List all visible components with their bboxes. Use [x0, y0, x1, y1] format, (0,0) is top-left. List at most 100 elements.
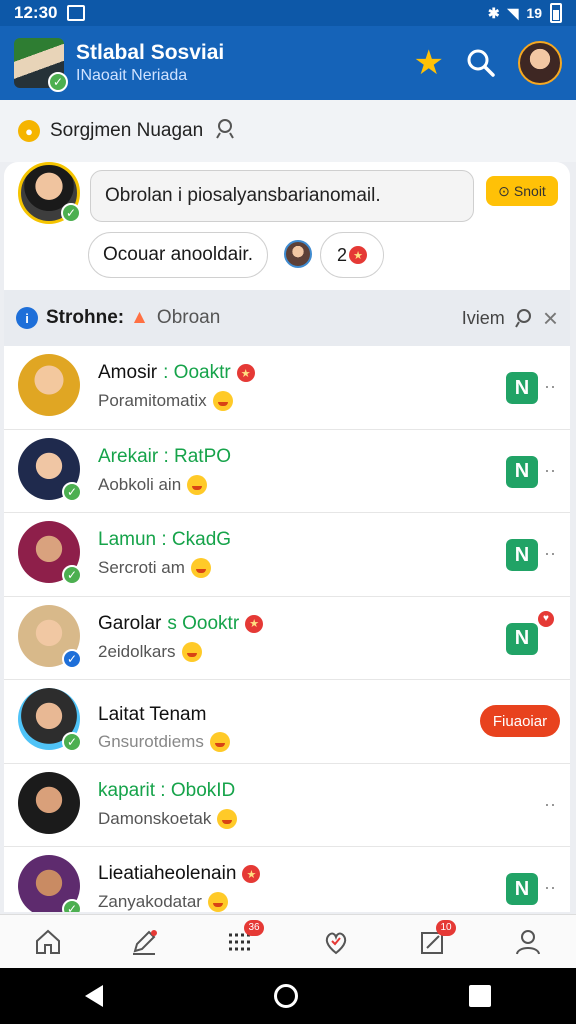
- list-icon[interactable]: 36: [216, 919, 264, 962]
- emoji-icon: [187, 474, 208, 495]
- close-icon[interactable]: ×: [543, 305, 558, 331]
- chat-preview: Gnsurotdiems: [98, 732, 230, 752]
- compose-card: ✓ Obrolan i piosalyansbarianomail. ⊙ Sno…: [4, 162, 570, 290]
- chat-row[interactable]: Amosir: Ooaktr ★ Poramitomatix N ··: [4, 346, 570, 430]
- chat-list: Amosir: Ooaktr ★ Poramitomatix N ·· ✓ Ar…: [4, 346, 570, 912]
- chat-row[interactable]: ✓ Lieatiaheolenain ★ Zanyakodatar N ··: [4, 847, 570, 912]
- profile-icon[interactable]: [504, 922, 552, 962]
- page-title: Stlabal Sosviai: [76, 41, 225, 64]
- more-icon[interactable]: ··: [544, 376, 556, 397]
- fire-badge-icon: ★: [242, 865, 261, 883]
- chat-preview: Sercroti am: [98, 558, 211, 578]
- chat-row[interactable]: ✓ Garolar s Oooktr ★ 2eidolkars N ♥: [4, 597, 570, 680]
- bulb-icon: ●: [18, 120, 40, 142]
- verified-icon: ✓: [61, 203, 81, 223]
- chat-row[interactable]: ✓ Laitat Tenam Gnsurotdiems Fiuaoiar: [4, 680, 570, 764]
- app-badge[interactable]: N: [506, 372, 538, 404]
- chat-preview: Poramitomatix: [98, 391, 233, 411]
- contact-avatar: ✓: [18, 855, 82, 912]
- user-avatar[interactable]: [518, 41, 562, 85]
- emoji-icon: [209, 732, 230, 752]
- verified-icon: ✓: [62, 648, 82, 669]
- more-icon[interactable]: ··: [544, 543, 556, 564]
- search-icon[interactable]: [466, 48, 496, 78]
- notification-pin-icon: ♥: [538, 610, 554, 627]
- chat-name: Laitat Tenam: [98, 704, 207, 725]
- fire-icon: ▲: [130, 307, 149, 328]
- contact-avatar: ✓: [18, 521, 82, 585]
- contact-avatar: ✓: [18, 604, 82, 669]
- bluetooth-icon: ✱: [487, 4, 500, 21]
- verified-icon: ✓: [62, 732, 82, 752]
- app-badge[interactable]: N: [506, 539, 538, 571]
- chat-row[interactable]: ✓ Arekair : RatPO Aobkoli ain N ··: [4, 430, 570, 513]
- home-icon[interactable]: [24, 922, 72, 962]
- send-label: Snoit: [513, 183, 546, 199]
- chat-row[interactable]: kaparit : ObokID Damonskoetak ··: [4, 764, 570, 847]
- app-badge[interactable]: N: [506, 873, 538, 905]
- info-icon: i: [16, 307, 38, 329]
- reaction-chip[interactable]: 2 ★: [320, 232, 384, 278]
- notification-icon: [67, 5, 86, 21]
- wifi-icon: ◥: [507, 4, 519, 21]
- back-icon[interactable]: [85, 985, 104, 1007]
- chat-preview: Zanyakodatar: [98, 892, 228, 912]
- chat-name: Garolar s Oooktr ★: [98, 613, 264, 635]
- fire-badge-icon: ★: [245, 614, 264, 633]
- heart-icon[interactable]: [312, 922, 360, 962]
- verified-icon: ✓: [62, 481, 82, 502]
- list-filter-label[interactable]: Iviem: [462, 308, 505, 329]
- battery-icon: [550, 3, 562, 23]
- home-button-icon[interactable]: [273, 984, 298, 1008]
- verified-icon: ✓: [48, 72, 68, 92]
- contact-avatar: [18, 354, 80, 416]
- emoji-icon: [190, 558, 211, 578]
- chat-preview: 2eidolkars: [98, 641, 202, 662]
- app-badge[interactable]: N: [506, 455, 538, 488]
- more-icon[interactable]: ··: [544, 877, 556, 898]
- signal-text: 19: [526, 5, 542, 21]
- fire-badge-icon: ★: [236, 364, 255, 382]
- reaction-count: 2: [336, 244, 347, 265]
- chat-name: Arekair : RatPO: [98, 445, 232, 467]
- action-button[interactable]: Fiuaoiar: [480, 705, 560, 737]
- chat-row[interactable]: ✓ Lamun : CkadG Sercroti am N ··: [4, 513, 570, 597]
- nav-badge: 36: [244, 919, 264, 936]
- reaction-icon: ★: [349, 246, 367, 264]
- star-icon[interactable]: ★: [414, 46, 444, 80]
- app-badge[interactable]: N: [506, 622, 538, 655]
- emoji-icon: [217, 808, 238, 829]
- recents-icon[interactable]: [468, 985, 491, 1007]
- person-icon[interactable]: [215, 118, 237, 145]
- send-button[interactable]: ⊙ Snoit: [486, 176, 558, 206]
- send-icon: ⊙: [498, 182, 510, 199]
- list-tag: Obroan: [156, 307, 221, 328]
- contact-avatar: ✓: [18, 437, 82, 502]
- chat-name: Amosir: Ooaktr ★: [98, 362, 255, 384]
- contact-avatar[interactable]: [284, 240, 312, 268]
- message-input[interactable]: Obrolan i piosalyansbarianomail.: [90, 170, 474, 222]
- group-avatar[interactable]: ✓: [14, 38, 68, 92]
- chat-name: Lamun : CkadG: [98, 529, 232, 550]
- emoji-icon: [207, 892, 228, 912]
- verified-icon: ✓: [62, 899, 82, 912]
- suggestion-title: Sorgjmen Nuagan: [50, 120, 204, 141]
- edit-icon[interactable]: 10: [408, 919, 456, 962]
- emoji-icon: [212, 391, 233, 411]
- contact-avatar: [18, 771, 80, 834]
- bottom-navigation: 36 10: [0, 914, 576, 968]
- compose-icon[interactable]: [120, 922, 168, 962]
- list-title: Strohne:: [46, 307, 125, 328]
- status-bar: 12:30 ✱ ◥ 19: [0, 0, 576, 26]
- quick-reply-chip[interactable]: Ocouar anooldair.: [88, 232, 268, 278]
- app-header: ✓ Stlabal Sosviai INaoait Neriada ★: [0, 26, 576, 100]
- emoji-icon: [181, 641, 202, 662]
- chat-list-header: i Strohne: ▲ Obroan Iviem ×: [4, 290, 570, 346]
- status-time: 12:30: [14, 3, 58, 22]
- contact-avatar: ✓: [18, 688, 82, 752]
- search-person-icon[interactable]: [513, 307, 535, 329]
- more-icon[interactable]: ··: [544, 460, 556, 481]
- nav-badge: 10: [436, 919, 456, 936]
- chat-name: kaparit : ObokID: [98, 779, 236, 801]
- more-icon[interactable]: ··: [544, 794, 556, 815]
